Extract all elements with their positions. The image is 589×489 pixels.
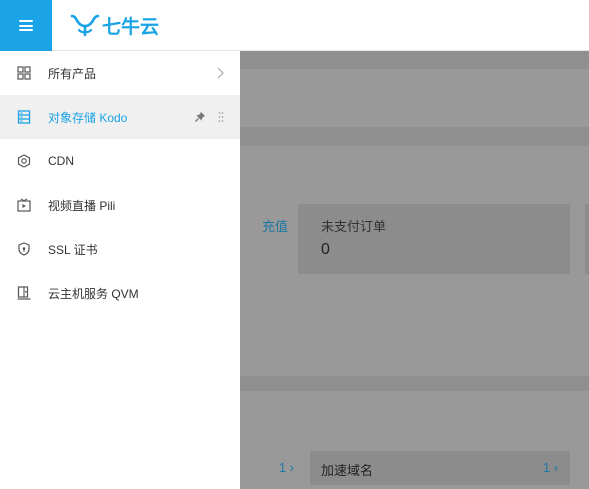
bg-card-edge (585, 204, 589, 274)
bg-panel (240, 69, 589, 127)
accelerated-domains-label: 加速域名 (321, 463, 374, 478)
logo-text: 七牛云 (102, 16, 160, 38)
logo[interactable]: 七牛云 (70, 11, 159, 39)
unpaid-orders-label: 未支付订单 (321, 219, 387, 234)
sidebar-item-all-products[interactable]: 所有产品 (0, 51, 240, 95)
top-bar: 七牛云 (0, 0, 589, 51)
sidebar: 所有产品 对象存储 Kodo CDN 视频直播 Pili SSL 证书 云主机服… (0, 51, 240, 489)
sidebar-item-qvm[interactable]: 云主机服务 QVM (0, 271, 240, 315)
sidebar-item-ssl[interactable]: SSL 证书 (0, 227, 240, 271)
qiniu-logo-icon (70, 14, 100, 37)
grid-icon (17, 66, 31, 80)
server-icon (17, 286, 31, 300)
hamburger-icon (19, 20, 33, 31)
storage-icon (17, 110, 31, 124)
sidebar-item-label: 对象存储 Kodo (48, 110, 128, 125)
sidebar-item-kodo[interactable]: 对象存储 Kodo (0, 95, 240, 139)
unpaid-orders-card: 未支付订单 0 (298, 204, 570, 274)
list-item: 1 › (240, 451, 300, 485)
sidebar-item-label: 云主机服务 QVM (48, 286, 139, 301)
dimmed-page-content: 充值 未支付订单 0 1 › 加速域名 1 › (240, 51, 589, 489)
row-count: 1 › (278, 460, 294, 475)
sidebar-item-label: 视频直播 Pili (48, 198, 116, 213)
recharge-link: 充值 (262, 219, 289, 234)
sidebar-item-pili[interactable]: 视频直播 Pili (0, 183, 240, 227)
unpaid-orders-value: 0 (321, 241, 330, 258)
row-count: 1 › (542, 460, 558, 475)
cdn-icon (17, 154, 31, 168)
chevron-right-icon (217, 67, 224, 79)
list-item: 加速域名 1 › (310, 451, 570, 485)
sidebar-item-label: SSL 证书 (48, 242, 98, 257)
drag-handle-icon[interactable] (218, 111, 224, 123)
live-tv-icon (17, 198, 31, 212)
sidebar-item-label: CDN (48, 154, 74, 168)
sidebar-item-cdn[interactable]: CDN (0, 139, 240, 183)
sidebar-item-label: 所有产品 (48, 66, 97, 81)
shield-icon (17, 242, 31, 256)
pin-icon[interactable] (194, 111, 206, 123)
menu-button[interactable] (0, 0, 52, 51)
